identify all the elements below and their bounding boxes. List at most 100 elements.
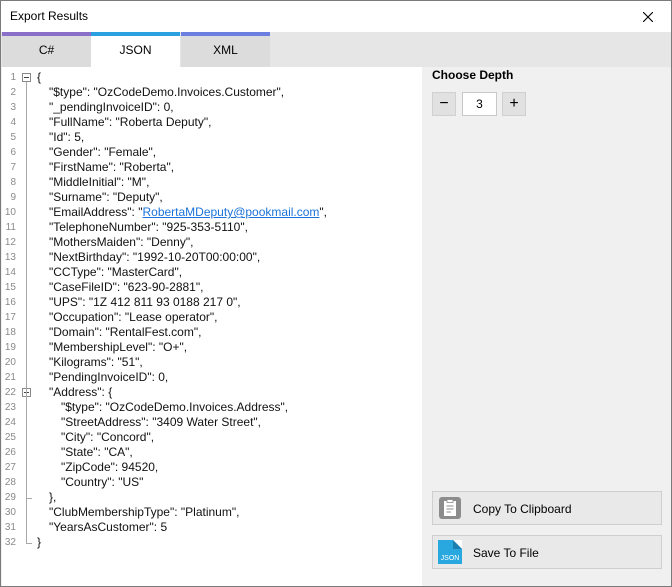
code-token: "State": "CA",	[61, 445, 133, 459]
tab-accent-bar	[91, 32, 180, 36]
code-text: "CCType": "MasterCard",	[49, 265, 182, 280]
code-line: 14 "CCType": "MasterCard",	[2, 265, 422, 280]
code-text: "Occupation": "Lease operator",	[49, 310, 217, 325]
line-number: 22	[4, 387, 16, 398]
code-line: 1{	[2, 70, 422, 85]
line-number: 5	[10, 132, 16, 143]
code-line: 16 "UPS": "1Z 412 811 93 0188 217 0",	[2, 295, 422, 310]
title-bar: Export Results	[1, 1, 671, 32]
line-number: 2	[10, 87, 16, 98]
code-text: "Surname": "Deputy",	[49, 190, 163, 205]
code-line: 3 "_pendingInvoiceID": 0,	[2, 100, 422, 115]
line-number: 23	[4, 402, 16, 413]
window-title: Export Results	[10, 9, 89, 23]
code-token: "Gender": "Female",	[49, 145, 157, 159]
code-text: "FullName": "Roberta Deputy",	[49, 115, 211, 130]
code-token: "PendingInvoiceID": 0,	[49, 370, 169, 384]
line-number: 11	[5, 222, 16, 233]
email-link[interactable]: RobertaMDeputy@pookmail.com	[142, 205, 319, 219]
copy-to-clipboard-button[interactable]: Copy To Clipboard	[432, 491, 662, 525]
depth-increase-button[interactable]: +	[502, 92, 526, 116]
clipboard-icon	[439, 497, 461, 519]
line-number: 29	[4, 492, 16, 503]
tab-csharp[interactable]: C#	[2, 32, 91, 67]
json-file-icon: JSON	[438, 540, 462, 564]
collapse-toggle-icon[interactable]	[22, 73, 31, 82]
code-token: "StreetAddress": "3409 Water Street",	[61, 415, 262, 429]
code-line: 5 "Id": 5,	[2, 130, 422, 145]
code-text: "MiddleInitial": "M",	[49, 175, 149, 190]
code-line: 11 "TelephoneNumber": "925-353-5110",	[2, 220, 422, 235]
export-results-window: Export Results C# JSON XML 1{ 2 "$type": "…	[0, 0, 672, 587]
code-text: "NextBirthday": "1992-10-20T00:00:00",	[49, 250, 260, 265]
code-token: },	[49, 490, 57, 504]
close-icon	[643, 11, 653, 22]
code-line: 20 "Kilograms": "51",	[2, 355, 422, 370]
code-text: "City": "Concord",	[61, 430, 154, 445]
code-token: "ClubMembershipType": "Platinum",	[49, 505, 240, 519]
code-text: "$type": "OzCodeDemo.Invoices.Address",	[61, 400, 288, 415]
code-text: }	[37, 535, 41, 550]
code-token: "$type": "OzCodeDemo.Invoices.Address",	[61, 400, 289, 414]
code-text: "ZipCode": 94520,	[61, 460, 158, 475]
code-token: "$type": "OzCodeDemo.Invoices.Customer",	[49, 85, 285, 99]
code-text: "FirstName": "Roberta",	[49, 160, 174, 175]
code-text: "Country": "US"	[61, 475, 143, 490]
code-token: "Domain": "RentalFest.com",	[49, 325, 202, 339]
code-line: 22 "Address": {	[2, 385, 422, 400]
save-to-file-button[interactable]: JSON Save To File	[432, 535, 662, 569]
code-line: 29},	[2, 490, 422, 505]
code-line: 6 "Gender": "Female",	[2, 145, 422, 160]
code-line: 7 "FirstName": "Roberta",	[2, 160, 422, 175]
code-line: 10 "EmailAddress": "RobertaMDeputy@pookma…	[2, 205, 422, 220]
tab-json[interactable]: JSON	[91, 32, 180, 68]
code-text: "_pendingInvoiceID": 0,	[49, 100, 174, 115]
code-token: "MothersMaiden": "Denny",	[49, 235, 194, 249]
code-token: "MembershipLevel": "O+",	[49, 340, 188, 354]
tab-label: JSON	[119, 43, 152, 57]
plus-icon: +	[509, 95, 519, 112]
line-number: 10	[4, 207, 16, 218]
code-line: 21 "PendingInvoiceID": 0,	[2, 370, 422, 385]
code-line: 12 "MothersMaiden": "Denny",	[2, 235, 422, 250]
code-line: 24 "StreetAddress": "3409 Water Street",	[2, 415, 422, 430]
line-number: 26	[4, 447, 16, 458]
fold-guide	[26, 397, 27, 498]
code-line: 30 "ClubMembershipType": "Platinum",	[2, 505, 422, 520]
code-line: 15 "CaseFileID": "623-90-2881",	[2, 280, 422, 295]
line-number: 4	[10, 117, 16, 128]
line-number: 12	[4, 237, 16, 248]
line-number: 15	[4, 282, 16, 293]
code-token: "MiddleInitial": "M",	[49, 175, 150, 189]
code-text: "YearsAsCustomer": 5	[49, 520, 167, 535]
code-token: "ZipCode": 94520,	[61, 460, 159, 474]
code-token: "CaseFileID": "623-90-2881",	[49, 280, 204, 294]
fold-guide-end	[26, 498, 32, 499]
code-token: "CCType": "MasterCard",	[49, 265, 183, 279]
depth-decrease-button[interactable]: −	[432, 92, 456, 116]
code-token: "Address": {	[49, 385, 113, 399]
code-line: 28 "Country": "US"	[2, 475, 422, 490]
line-number: 9	[10, 192, 16, 203]
code-text: "Kilograms": "51",	[49, 355, 143, 370]
line-number: 3	[10, 102, 16, 113]
code-token: "_pendingInvoiceID": 0,	[49, 100, 174, 114]
tab-strip: C# JSON XML	[1, 32, 671, 68]
code-line: 32}	[2, 535, 422, 550]
code-line: 2 "$type": "OzCodeDemo.Invoices.Customer"…	[2, 85, 422, 100]
code-token: "YearsAsCustomer": 5	[49, 520, 168, 534]
line-number: 16	[4, 297, 16, 308]
line-number: 6	[10, 147, 16, 158]
code-line: 9 "Surname": "Deputy",	[2, 190, 422, 205]
code-token: "Kilograms": "51",	[49, 355, 143, 369]
depth-value-field[interactable]: 3	[462, 92, 497, 116]
code-token: "Surname": "Deputy",	[49, 190, 163, 204]
close-button[interactable]	[625, 1, 671, 32]
code-token: "Id": 5,	[49, 130, 85, 144]
tab-xml[interactable]: XML	[181, 32, 270, 67]
code-token: "UPS": "1Z 412 811 93 0188 217 0",	[49, 295, 241, 309]
code-text: "$type": "OzCodeDemo.Invoices.Customer",	[49, 85, 284, 100]
depth-value: 3	[476, 97, 483, 111]
code-text: "Id": 5,	[49, 130, 84, 145]
json-code-editor[interactable]: 1{ 2 "$type": "OzCodeDemo.Invoices.Custome…	[2, 67, 422, 586]
